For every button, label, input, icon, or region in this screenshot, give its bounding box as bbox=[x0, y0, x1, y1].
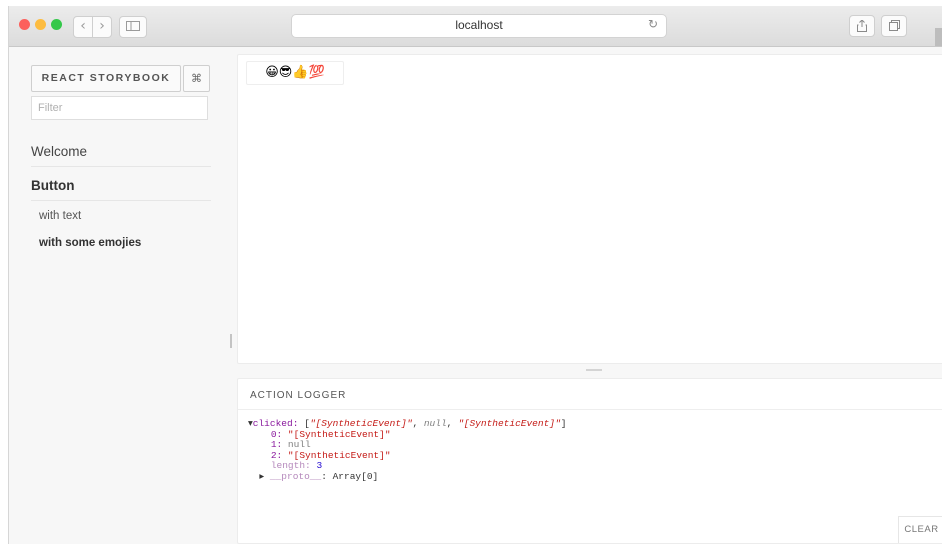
sidebar-toggle-button[interactable] bbox=[119, 16, 147, 38]
share-button[interactable] bbox=[849, 15, 875, 37]
log-summary-item: "[SyntheticEvent]" bbox=[309, 418, 413, 429]
log-summary-item: null bbox=[423, 418, 447, 429]
share-icon bbox=[857, 19, 867, 32]
reload-icon[interactable]: ↻ bbox=[648, 17, 658, 31]
kind-welcome[interactable]: Welcome bbox=[31, 144, 87, 159]
sidebar-icon bbox=[126, 21, 140, 31]
log-summary-item: "[SyntheticEvent]" bbox=[458, 418, 561, 429]
sidebar-resize-handle[interactable] bbox=[230, 334, 232, 348]
action-logger-panel: ACTION LOGGER ▾clicked: ["[SyntheticEven… bbox=[237, 378, 942, 544]
storybook-title-button[interactable]: REACT STORYBOOK bbox=[31, 65, 181, 92]
log-summary-suffix: ] bbox=[560, 418, 567, 429]
back-button[interactable]: ‹ bbox=[73, 16, 93, 38]
logger-divider bbox=[238, 409, 942, 410]
chevron-right-icon: › bbox=[99, 18, 105, 34]
story-with-some-emojies[interactable]: with some emojies bbox=[39, 237, 141, 249]
triangle-right-icon: ▸ bbox=[259, 470, 270, 482]
log-proto-row[interactable]: ▸ __proto__: Array[0] bbox=[248, 470, 566, 483]
minimize-window-button[interactable] bbox=[35, 19, 46, 30]
chevron-left-icon: ‹ bbox=[80, 18, 86, 34]
clear-button[interactable]: CLEAR bbox=[898, 516, 942, 543]
log-key: length bbox=[270, 460, 306, 471]
log-value: 3 bbox=[316, 460, 323, 471]
browser-toolbar: ‹ › localhost ↻ bbox=[9, 6, 942, 47]
preview-pane: 😀😎👍💯 bbox=[237, 54, 942, 364]
log-value: "[SyntheticEvent]" bbox=[287, 449, 391, 461]
filter-input[interactable] bbox=[31, 96, 208, 120]
action-log: ▾clicked: ["[SyntheticEvent]", null, "[S… bbox=[248, 418, 567, 483]
kind-divider bbox=[31, 200, 211, 201]
log-value: Array[0] bbox=[332, 470, 379, 482]
panel-resize-handle[interactable] bbox=[586, 369, 602, 371]
kind-divider bbox=[31, 166, 211, 167]
tabs-button[interactable] bbox=[881, 15, 907, 37]
log-action-name: clicked bbox=[252, 418, 293, 429]
log-value: null bbox=[287, 439, 311, 450]
tabs-icon bbox=[888, 20, 900, 31]
log-value: "[SyntheticEvent]" bbox=[287, 428, 391, 440]
kind-button[interactable]: Button bbox=[31, 178, 74, 193]
address-bar[interactable]: localhost ↻ bbox=[291, 14, 667, 38]
emoji-button[interactable]: 😀😎👍💯 bbox=[246, 61, 344, 85]
maximize-window-button[interactable] bbox=[51, 19, 62, 30]
keyboard-shortcuts-button[interactable]: ⌘ bbox=[183, 65, 210, 92]
action-logger-title: ACTION LOGGER bbox=[250, 390, 347, 401]
window-edge-tab bbox=[935, 28, 942, 46]
browser-window: ‹ › localhost ↻ REACT STORYBOOK ⌘ Filter… bbox=[8, 6, 942, 544]
story-with-text[interactable]: with text bbox=[39, 210, 81, 222]
forward-button[interactable]: › bbox=[92, 16, 112, 38]
storybook-sidebar: REACT STORYBOOK ⌘ Welcome Button with te… bbox=[9, 47, 235, 544]
close-window-button[interactable] bbox=[19, 19, 30, 30]
log-key: __proto__ bbox=[269, 470, 322, 482]
address-text: localhost bbox=[455, 18, 503, 32]
